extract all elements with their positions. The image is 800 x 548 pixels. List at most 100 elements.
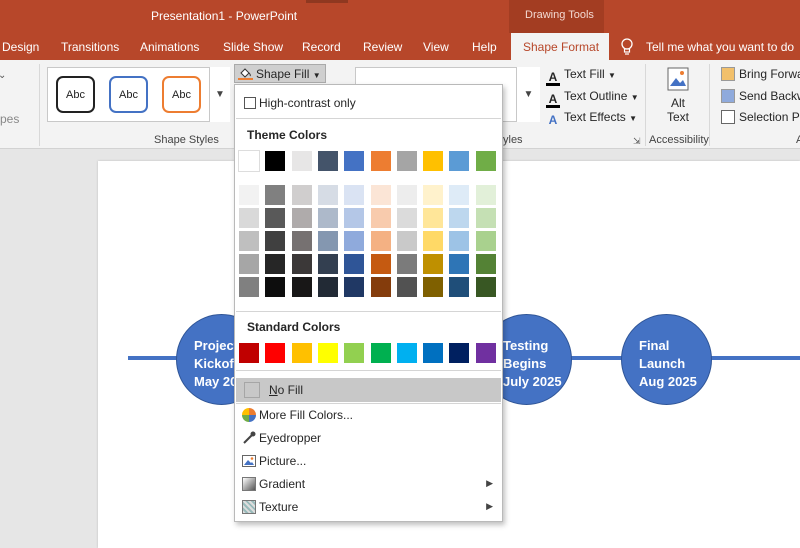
gradient-item[interactable]: Gradient ▶	[236, 473, 501, 495]
theme-shade-swatch[interactable]	[291, 185, 312, 205]
theme-shade-swatch[interactable]	[265, 277, 286, 297]
theme-shade-swatch[interactable]	[265, 254, 286, 274]
shape-style-blue[interactable]: Abc	[109, 76, 148, 113]
theme-shade-swatch[interactable]	[344, 231, 365, 251]
theme-color-swatch[interactable]	[291, 151, 312, 171]
theme-shade-swatch[interactable]	[239, 185, 259, 205]
bring-forward-button[interactable]: Bring Forward	[721, 67, 800, 81]
high-contrast-checkbox[interactable]	[244, 97, 256, 109]
milestone-circle[interactable]: Final Launch Aug 2025	[621, 314, 712, 405]
tab-record[interactable]: Record	[302, 40, 341, 54]
theme-shade-swatch[interactable]	[239, 277, 259, 297]
text-fill-button[interactable]: A Text Fill ▼	[546, 67, 616, 86]
tab-review[interactable]: Review	[363, 40, 402, 54]
theme-shade-swatch[interactable]	[291, 231, 312, 251]
theme-shade-swatch[interactable]	[317, 185, 338, 205]
standard-color-swatch[interactable]	[449, 343, 470, 363]
theme-shade-swatch[interactable]	[449, 254, 470, 274]
theme-color-swatch[interactable]	[423, 151, 444, 171]
theme-shade-swatch[interactable]	[239, 231, 259, 251]
theme-color-swatch[interactable]	[370, 151, 391, 171]
theme-shade-swatch[interactable]	[449, 277, 470, 297]
theme-shade-swatch[interactable]	[239, 254, 259, 274]
tab-slide-show[interactable]: Slide Show	[223, 40, 283, 54]
theme-shade-swatch[interactable]	[344, 277, 365, 297]
theme-shade-swatch[interactable]	[370, 208, 391, 228]
theme-shade-swatch[interactable]	[396, 208, 417, 228]
tab-view[interactable]: View	[423, 40, 449, 54]
shape-style-orange[interactable]: Abc	[162, 76, 201, 113]
more-fill-colors-item[interactable]: More Fill Colors...	[236, 404, 501, 426]
theme-shade-swatch[interactable]	[291, 208, 312, 228]
shape-style-black[interactable]: Abc	[56, 76, 95, 113]
standard-color-swatch[interactable]	[239, 343, 259, 363]
theme-shade-swatch[interactable]	[475, 208, 496, 228]
texture-item[interactable]: Texture ▶	[236, 496, 501, 518]
theme-shade-swatch[interactable]	[370, 277, 391, 297]
text-outline-button[interactable]: A Text Outline ▼	[546, 89, 639, 108]
tab-design[interactable]: Design	[2, 40, 39, 54]
standard-color-swatch[interactable]	[475, 343, 496, 363]
theme-shade-swatch[interactable]	[265, 185, 286, 205]
theme-shade-swatch[interactable]	[370, 185, 391, 205]
theme-shade-swatch[interactable]	[396, 277, 417, 297]
theme-shade-swatch[interactable]	[396, 254, 417, 274]
standard-color-swatch[interactable]	[396, 343, 417, 363]
theme-shade-swatch[interactable]	[239, 208, 259, 228]
theme-color-swatch[interactable]	[475, 151, 496, 171]
tab-animations[interactable]: Animations	[140, 40, 199, 54]
theme-shade-swatch[interactable]	[396, 185, 417, 205]
theme-shade-swatch[interactable]	[475, 231, 496, 251]
selection-pane-button[interactable]: Selection Pane	[721, 110, 800, 124]
theme-shade-swatch[interactable]	[475, 277, 496, 297]
theme-shade-swatch[interactable]	[423, 185, 444, 205]
standard-color-swatch[interactable]	[370, 343, 391, 363]
theme-color-swatch[interactable]	[449, 151, 470, 171]
theme-shade-swatch[interactable]	[317, 231, 338, 251]
theme-shade-swatch[interactable]	[475, 254, 496, 274]
theme-shade-swatch[interactable]	[370, 254, 391, 274]
theme-color-swatch[interactable]	[317, 151, 338, 171]
tab-transitions[interactable]: Transitions	[61, 40, 119, 54]
standard-color-swatch[interactable]	[317, 343, 338, 363]
theme-shade-swatch[interactable]	[423, 254, 444, 274]
theme-shade-swatch[interactable]	[344, 208, 365, 228]
collapsed-chevron-icon[interactable]: ⌄	[0, 70, 6, 81]
theme-color-swatch[interactable]	[396, 151, 417, 171]
alt-text-button[interactable]: Alt Text	[655, 66, 701, 124]
gallery-more-icon[interactable]: ▼	[209, 67, 230, 122]
theme-shade-swatch[interactable]	[423, 208, 444, 228]
picture-fill-item[interactable]: Picture...	[236, 450, 501, 472]
tab-help[interactable]: Help	[472, 40, 497, 54]
theme-shade-swatch[interactable]	[423, 231, 444, 251]
standard-color-swatch[interactable]	[344, 343, 365, 363]
standard-color-swatch[interactable]	[265, 343, 286, 363]
tab-shape-format[interactable]: Shape Format	[511, 33, 610, 61]
standard-color-swatch[interactable]	[291, 343, 312, 363]
theme-shade-swatch[interactable]	[291, 277, 312, 297]
standard-color-swatch[interactable]	[423, 343, 444, 363]
theme-shade-swatch[interactable]	[370, 231, 391, 251]
theme-shade-swatch[interactable]	[449, 208, 470, 228]
theme-shade-swatch[interactable]	[317, 277, 338, 297]
theme-shade-swatch[interactable]	[344, 254, 365, 274]
theme-shade-swatch[interactable]	[344, 185, 365, 205]
send-backward-button[interactable]: Send Backward	[721, 89, 800, 103]
shape-fill-button[interactable]: Shape Fill ▼	[234, 64, 326, 83]
eyedropper-item[interactable]: Eyedropper	[236, 427, 501, 449]
theme-shade-swatch[interactable]	[291, 254, 312, 274]
theme-shade-swatch[interactable]	[265, 231, 286, 251]
no-fill-item[interactable]: No Fill	[236, 378, 501, 402]
dialog-launcher-icon[interactable]: ⇲	[633, 136, 641, 147]
tell-me-search[interactable]: Tell me what you want to do	[646, 40, 794, 54]
theme-color-swatch[interactable]	[238, 150, 260, 172]
theme-shade-swatch[interactable]	[449, 231, 470, 251]
theme-shade-swatch[interactable]	[317, 208, 338, 228]
theme-shade-swatch[interactable]	[475, 185, 496, 205]
theme-color-swatch[interactable]	[265, 151, 286, 171]
theme-shade-swatch[interactable]	[449, 185, 470, 205]
theme-shade-swatch[interactable]	[265, 208, 286, 228]
wordart-more-icon[interactable]: ▼	[516, 67, 540, 122]
theme-shade-swatch[interactable]	[317, 254, 338, 274]
high-contrast-toggle[interactable]: High-contrast only	[236, 92, 501, 114]
